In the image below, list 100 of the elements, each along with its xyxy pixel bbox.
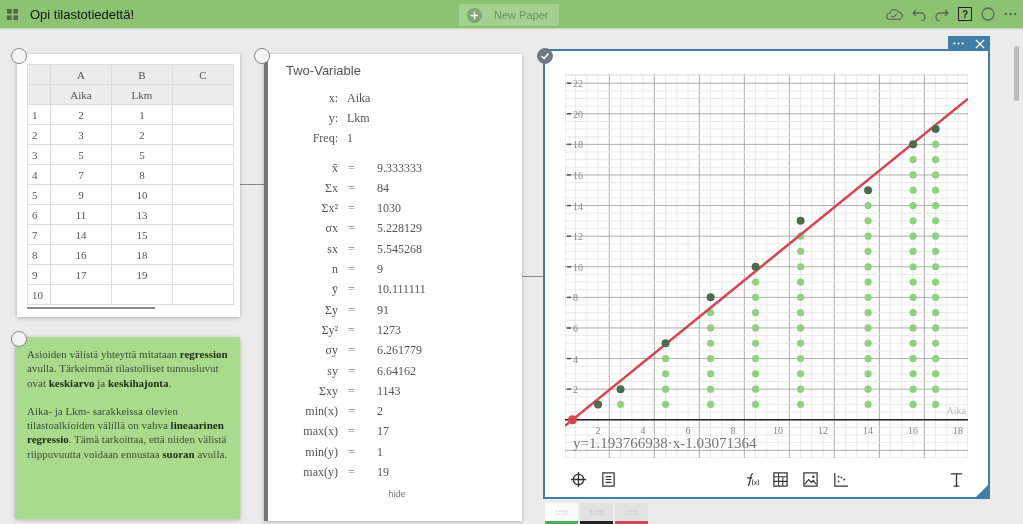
setting-label: x: bbox=[327, 90, 338, 106]
statistic-label: sy bbox=[326, 363, 338, 379]
scrollbar[interactable] bbox=[27, 307, 155, 309]
data-point[interactable] bbox=[661, 339, 670, 348]
apps-icon[interactable] bbox=[7, 8, 18, 20]
data-point[interactable] bbox=[909, 140, 918, 149]
x-tick-label: 16 bbox=[908, 424, 919, 436]
statistic-value: 91 bbox=[377, 302, 389, 318]
data-point[interactable] bbox=[594, 400, 603, 409]
frequency-dot bbox=[909, 232, 917, 240]
frequency-dot bbox=[797, 400, 805, 409]
y-tick-label: 20 bbox=[573, 108, 583, 120]
more-icon[interactable] bbox=[1004, 12, 1017, 16]
data-point[interactable] bbox=[931, 125, 940, 134]
setting-value[interactable]: Aika bbox=[347, 90, 371, 106]
frequency-dot bbox=[662, 370, 670, 378]
statistic-value: 1143 bbox=[377, 383, 401, 399]
scatter-plot-icon[interactable] bbox=[832, 471, 849, 488]
data-point[interactable] bbox=[864, 186, 873, 195]
frequency-dot bbox=[909, 247, 917, 256]
frequency-dot bbox=[864, 263, 872, 271]
statistic-label: Σx² bbox=[320, 201, 338, 217]
resize-handle[interactable] bbox=[976, 485, 988, 497]
data-point[interactable] bbox=[796, 216, 805, 225]
frequency-dot bbox=[752, 278, 760, 286]
statistic-value: 1273 bbox=[377, 322, 401, 338]
layer-tab[interactable] bbox=[580, 503, 613, 524]
undo-icon[interactable] bbox=[912, 7, 926, 21]
note-paragraph: Asioiden välistä yhteyttä mitataan regression avulla. Tärkeimmät tilastolliset tunnusluvut ovat keskiarvo ja keskihajonta. bbox=[27, 347, 228, 390]
text-tool-icon[interactable] bbox=[948, 471, 965, 488]
circle-icon[interactable] bbox=[981, 7, 995, 21]
table-cell: 5 bbox=[111, 144, 173, 165]
y-tick-label: 8 bbox=[566, 292, 578, 304]
row-number: 6 bbox=[27, 204, 51, 225]
close-icon[interactable] bbox=[974, 38, 985, 49]
frequency-dot bbox=[797, 385, 805, 393]
data-point[interactable] bbox=[751, 262, 760, 271]
frequency-dot bbox=[752, 354, 760, 363]
frequency-dot bbox=[909, 309, 917, 317]
frequency-dot bbox=[932, 201, 940, 210]
statistic-label: Σy² bbox=[320, 322, 338, 338]
column-header[interactable]: C bbox=[172, 64, 234, 85]
statistic-value: 6.64162 bbox=[377, 363, 416, 379]
data-point[interactable] bbox=[616, 385, 625, 394]
frequency-dot bbox=[617, 400, 625, 409]
row-number: 7 bbox=[27, 224, 51, 245]
more-icon[interactable] bbox=[953, 42, 964, 45]
column-header[interactable]: B bbox=[111, 64, 173, 85]
frequency-dot bbox=[909, 278, 917, 286]
list-icon[interactable] bbox=[600, 471, 617, 488]
frequency-dot bbox=[797, 278, 805, 286]
frequency-dot bbox=[797, 232, 805, 240]
frequency-dot bbox=[797, 370, 805, 378]
table-cell: 19 bbox=[111, 264, 173, 285]
image-icon[interactable] bbox=[802, 471, 819, 488]
select-handle[interactable] bbox=[11, 331, 27, 347]
equals-sign: = bbox=[348, 424, 356, 440]
equals-sign: = bbox=[348, 180, 356, 196]
statistic-label: min(y) bbox=[304, 444, 338, 460]
frequency-dot bbox=[909, 217, 917, 225]
select-handle[interactable] bbox=[11, 48, 27, 64]
select-handle[interactable] bbox=[254, 48, 270, 64]
statistic-value: 2 bbox=[377, 404, 383, 420]
setting-value[interactable]: Lkm bbox=[347, 110, 370, 126]
frequency-dot bbox=[864, 247, 872, 256]
crosshair-icon[interactable] bbox=[570, 471, 587, 488]
frequency-dot bbox=[909, 370, 917, 378]
hide-link[interactable]: hide bbox=[388, 488, 406, 499]
statistic-label: ȳ bbox=[331, 282, 338, 298]
help-button[interactable]: ? bbox=[958, 7, 972, 21]
y-tick-label: 4 bbox=[573, 353, 578, 365]
frequency-dot bbox=[864, 385, 872, 393]
statistic-label: Σx bbox=[324, 180, 338, 196]
statistic-value: 5.545268 bbox=[377, 241, 422, 257]
table-cell: 2 bbox=[111, 124, 173, 145]
table-cell: 13 bbox=[111, 204, 173, 225]
frequency-dot bbox=[707, 385, 715, 393]
frequency-dot bbox=[864, 370, 872, 378]
frequency-dot bbox=[932, 385, 940, 393]
frequency-dot bbox=[909, 263, 917, 271]
select-handle[interactable] bbox=[537, 48, 553, 64]
regression-equation: y=1.193766938·x-1.03071364 bbox=[573, 435, 757, 451]
statistic-label: sx bbox=[326, 241, 338, 257]
statistic-value: 6.261779 bbox=[377, 343, 422, 359]
y-tick-label: 22 bbox=[573, 78, 583, 90]
cloud-icon[interactable] bbox=[885, 7, 903, 21]
data-point[interactable] bbox=[706, 293, 715, 302]
row-number: 3 bbox=[27, 144, 51, 165]
statistics-title: Two-Variable bbox=[286, 63, 362, 78]
equals-sign: = bbox=[348, 465, 356, 480]
frequency-dot bbox=[707, 354, 715, 363]
table-icon[interactable] bbox=[772, 471, 789, 488]
equals-sign: = bbox=[348, 363, 356, 379]
table-cell: 3 bbox=[50, 124, 112, 145]
setting-value[interactable]: 1 bbox=[347, 131, 353, 147]
column-header[interactable]: A bbox=[50, 64, 112, 85]
redo-icon[interactable] bbox=[935, 7, 949, 21]
table-cell: 1 bbox=[111, 104, 173, 125]
scrollbar[interactable] bbox=[1014, 46, 1019, 101]
frequency-dot bbox=[932, 232, 940, 240]
